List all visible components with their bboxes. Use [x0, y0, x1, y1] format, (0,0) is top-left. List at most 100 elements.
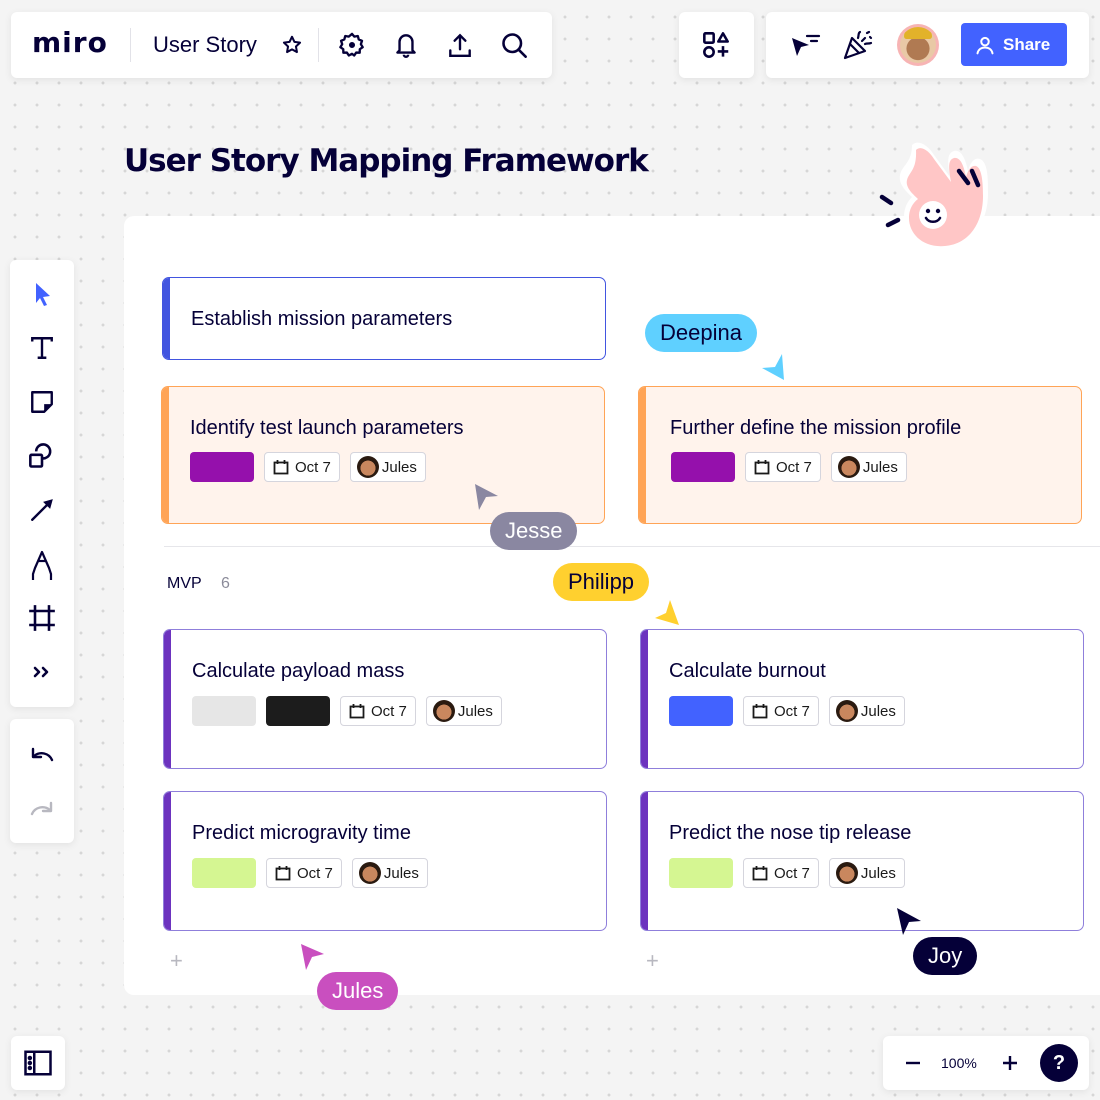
framework-title[interactable]: User Story Mapping Framework	[124, 143, 649, 179]
select-cursor-icon[interactable]	[26, 278, 58, 310]
settings-gear-icon[interactable]	[336, 29, 368, 61]
undo-icon[interactable]	[26, 739, 58, 769]
assignee-avatar	[356, 456, 379, 478]
assignee-chip[interactable]: Jules	[828, 858, 905, 888]
board-sidebar-icon	[23, 1048, 53, 1078]
assignee-chip[interactable]: Jules	[425, 696, 502, 726]
share-person-icon	[976, 36, 994, 54]
color-tag[interactable]	[190, 452, 254, 482]
user-avatar[interactable]	[897, 24, 939, 66]
due-date: Oct 7	[297, 864, 333, 882]
collaborator-cursor-icon	[655, 600, 679, 625]
calendar-icon	[275, 866, 291, 881]
release-label[interactable]: MVP	[167, 575, 202, 593]
redo-icon[interactable]	[26, 793, 58, 823]
text-icon[interactable]	[26, 332, 58, 364]
history-panel	[10, 719, 74, 843]
step-card[interactable]: Identify test launch parameters Oct 7 Ju…	[161, 386, 605, 524]
add-card-button[interactable]: +	[646, 948, 659, 974]
assignee-chip[interactable]: Jules	[828, 696, 905, 726]
more-tools-icon[interactable]	[26, 658, 58, 686]
due-date: Oct 7	[371, 702, 407, 720]
zoom-level[interactable]: 100%	[941, 1055, 977, 1071]
activity-card[interactable]: Establish mission parameters	[162, 277, 606, 360]
collaborator-cursor-icon	[897, 908, 921, 935]
collaborator-cursor-icon	[301, 944, 324, 970]
due-date: Oct 7	[774, 864, 810, 882]
shapes-icon[interactable]	[26, 440, 58, 472]
release-divider	[164, 546, 1100, 547]
apps-shapes-icon[interactable]	[700, 30, 732, 60]
assignee-name: Jules	[862, 458, 898, 476]
calendar-icon	[273, 460, 289, 475]
calendar-icon	[754, 460, 770, 475]
assignee-name: Jules	[381, 458, 417, 476]
due-date-chip[interactable]: Oct 7	[745, 452, 821, 482]
card-title: Calculate payload mass	[192, 660, 405, 682]
due-date: Oct 7	[295, 458, 331, 476]
release-count: 6	[221, 575, 230, 592]
story-card[interactable]: Predict the nose tip release Oct 7 Jules	[640, 791, 1084, 931]
story-card[interactable]: Calculate burnout Oct 7 Jules	[640, 629, 1084, 769]
color-tag[interactable]	[669, 696, 733, 726]
collaborator-label-philipp: Philipp	[553, 563, 650, 601]
due-date: Oct 7	[776, 458, 812, 476]
creation-toolbar	[10, 260, 74, 707]
assignee-chip[interactable]: Jules	[830, 452, 907, 482]
celebrate-party-popper-icon[interactable]	[841, 28, 875, 62]
step-card[interactable]: Further define the mission profile Oct 7…	[638, 386, 1082, 524]
zoom-in-icon[interactable]	[998, 1051, 1022, 1075]
card-title: Identify test launch parameters	[190, 417, 464, 439]
notifications-bell-icon[interactable]	[390, 29, 422, 61]
assignee-name: Jules	[860, 864, 896, 882]
star-icon[interactable]	[279, 32, 305, 58]
calendar-icon	[349, 704, 365, 719]
due-date-chip[interactable]: Oct 7	[743, 696, 819, 726]
zoom-controls: 100% ?	[883, 1036, 1089, 1090]
due-date-chip[interactable]: Oct 7	[340, 696, 416, 726]
color-tag[interactable]	[192, 696, 256, 726]
miro-logo[interactable]: miro	[32, 26, 108, 59]
story-card[interactable]: Predict microgravity time Oct 7 Jules	[163, 791, 607, 931]
story-card[interactable]: Calculate payload mass Oct 7 Jules	[163, 629, 607, 769]
assignee-name: Jules	[457, 702, 493, 720]
color-tag[interactable]	[671, 452, 735, 482]
divider	[318, 28, 319, 62]
connection-arrow-icon[interactable]	[26, 494, 58, 526]
collaborator-label-jesse: Jesse	[490, 512, 578, 550]
export-upload-icon[interactable]	[444, 29, 476, 61]
search-icon[interactable]	[498, 29, 530, 61]
card-title: Further define the mission profile	[670, 417, 962, 439]
help-button[interactable]: ?	[1040, 1044, 1078, 1082]
assignee-avatar	[835, 700, 858, 722]
due-date-chip[interactable]: Oct 7	[266, 858, 342, 888]
ok-hand-sticker-icon[interactable]	[876, 130, 1006, 260]
assignee-avatar	[358, 862, 381, 884]
board-header: miro User Story	[11, 12, 552, 78]
add-card-button[interactable]: +	[170, 948, 183, 974]
card-title: Predict microgravity time	[192, 822, 411, 844]
due-date: Oct 7	[774, 702, 810, 720]
collaborator-label-joy: Joy	[913, 937, 978, 975]
pen-icon[interactable]	[26, 548, 58, 582]
assignee-chip[interactable]: Jules	[351, 858, 428, 888]
zoom-out-icon[interactable]	[901, 1051, 925, 1075]
share-button[interactable]: Share	[961, 23, 1067, 66]
sidebar-toggle[interactable]	[11, 1036, 65, 1090]
collaboration-panel: Share	[766, 12, 1089, 78]
color-tag[interactable]	[669, 858, 733, 888]
due-date-chip[interactable]: Oct 7	[743, 858, 819, 888]
cursor-filter-icon[interactable]	[788, 30, 822, 60]
card-title: Calculate burnout	[669, 660, 826, 682]
sticky-note-icon[interactable]	[26, 386, 58, 418]
card-title: Predict the nose tip release	[669, 822, 912, 844]
frame-icon[interactable]	[26, 602, 58, 634]
color-tag[interactable]	[192, 858, 256, 888]
apps-panel	[679, 12, 754, 78]
due-date-chip[interactable]: Oct 7	[264, 452, 340, 482]
calendar-icon	[752, 866, 768, 881]
assignee-avatar	[432, 700, 455, 722]
color-tag[interactable]	[266, 696, 330, 726]
assignee-chip[interactable]: Jules	[349, 452, 426, 482]
board-title[interactable]: User Story	[153, 32, 257, 58]
